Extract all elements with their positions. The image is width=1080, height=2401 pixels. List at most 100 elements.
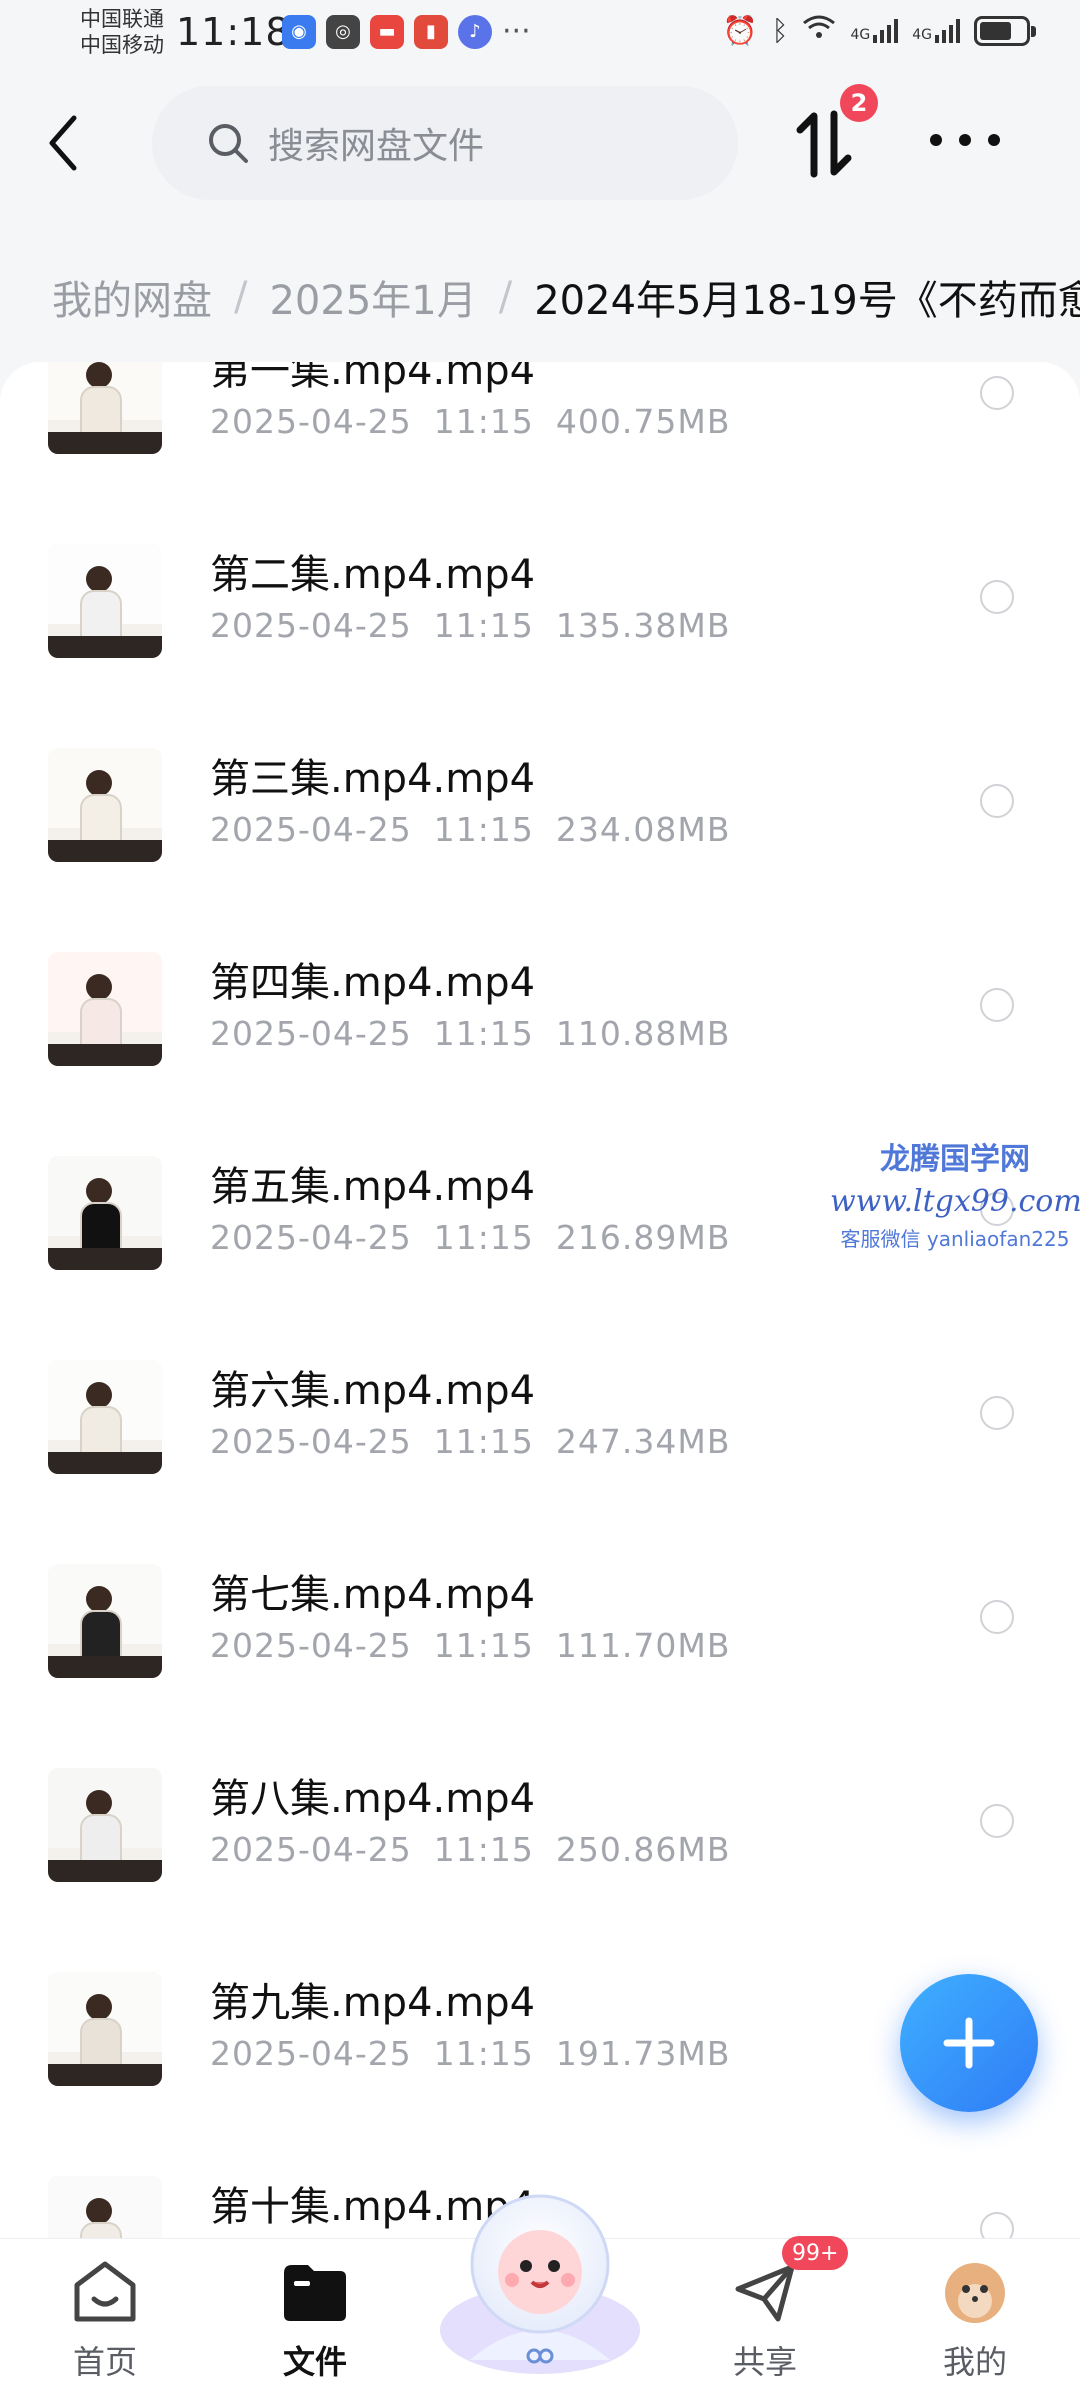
- select-checkbox[interactable]: [980, 988, 1014, 1022]
- select-checkbox[interactable]: [980, 1804, 1014, 1838]
- file-meta: 2025-04-25 11:15 234.08MB: [210, 810, 730, 849]
- file-time: 11:15: [433, 2034, 534, 2073]
- status-bar: 中国联通 中国移动 11:18 ◉ ◎ ▬ ▮ ♪ ··· ⏰ ᛒ 4G 4G: [0, 0, 1080, 76]
- video-thumbnail: [48, 2176, 162, 2238]
- nav-share-label: 共享: [732, 2343, 797, 2381]
- avatar-icon: [945, 2263, 1005, 2323]
- app-notification-icon: ◉: [282, 14, 316, 49]
- file-size: 135.38MB: [555, 606, 731, 645]
- file-name: 第九集.mp4.mp4: [210, 1980, 536, 2026]
- file-size: 250.86MB: [555, 1830, 731, 1869]
- clock: 11:18: [176, 10, 291, 54]
- file-size: 400.75MB: [555, 402, 731, 441]
- video-thumbnail: [48, 748, 162, 862]
- nav-mine[interactable]: 我的: [910, 2259, 1040, 2383]
- huawei-icon: ▬: [370, 14, 404, 49]
- ai-assistant-mascot[interactable]: [430, 2180, 650, 2380]
- file-date: 2025-04-25: [210, 2034, 412, 2073]
- file-size: 216.89MB: [555, 1218, 731, 1257]
- signal-1-icon: 4G: [850, 18, 899, 43]
- file-date: 2025-04-25: [210, 1014, 412, 1053]
- file-meta: 2025-04-25 11:15 110.88MB: [210, 1014, 730, 1053]
- watermark-title: 龙腾国学网: [880, 1142, 1030, 1177]
- file-row[interactable]: 第七集.mp4.mp4 2025-04-25 11:15 111.70MB: [0, 1516, 1080, 1720]
- file-name: 第七集.mp4.mp4: [210, 1572, 536, 1618]
- file-time: 11:15: [433, 606, 534, 645]
- file-row[interactable]: 第三集.mp4.mp4 2025-04-25 11:15 234.08MB: [0, 700, 1080, 904]
- carrier-1: 中国联通: [80, 7, 164, 31]
- file-size: 247.34MB: [555, 1422, 731, 1461]
- breadcrumb: 我的网盘 / 2025年1月 / 2024年5月18-19号《不药而愈: [52, 262, 1080, 332]
- plus-icon: [943, 2017, 995, 2069]
- breadcrumb-my-drive[interactable]: 我的网盘: [52, 268, 212, 326]
- signal-2-icon: 4G: [912, 18, 960, 43]
- more-notifications-icon: ···: [502, 14, 531, 49]
- file-size: 110.88MB: [555, 1014, 731, 1053]
- file-date: 2025-04-25: [210, 1218, 412, 1257]
- upload-add-button[interactable]: [900, 1974, 1038, 2112]
- file-name: 第六集.mp4.mp4: [210, 1368, 536, 1414]
- file-row[interactable]: 第四集.mp4.mp4 2025-04-25 11:15 110.88MB: [0, 904, 1080, 1108]
- select-checkbox[interactable]: [980, 580, 1014, 614]
- nav-files-label: 文件: [282, 2343, 347, 2381]
- file-size: 111.70MB: [555, 1626, 731, 1665]
- file-meta: 2025-04-25 11:15 135.38MB: [210, 606, 730, 645]
- video-thumbnail: [48, 1972, 162, 2086]
- select-checkbox[interactable]: [980, 2212, 1014, 2238]
- more-options-button[interactable]: [930, 120, 1000, 160]
- video-thumbnail: [48, 362, 162, 454]
- file-meta: 2025-04-25 11:15 111.70MB: [210, 1626, 730, 1665]
- file-meta: 2025-04-25 11:15 400.75MB: [210, 402, 730, 441]
- file-time: 11:15: [433, 1626, 534, 1665]
- file-name: 第一集.mp4.mp4: [210, 362, 536, 394]
- file-row[interactable]: 第六集.mp4.mp4 2025-04-25 11:15 247.34MB: [0, 1312, 1080, 1516]
- search-input[interactable]: 搜索网盘文件: [152, 86, 738, 200]
- video-thumbnail: [48, 1360, 162, 1474]
- share-notification-badge: 99+: [782, 2236, 849, 2270]
- select-checkbox[interactable]: [980, 784, 1014, 818]
- breadcrumb-folder[interactable]: 2025年1月: [269, 268, 476, 326]
- file-time: 11:15: [433, 1422, 534, 1461]
- file-meta: 2025-04-25 11:15 247.34MB: [210, 1422, 730, 1461]
- file-time: 11:15: [433, 1830, 534, 1869]
- book-icon: ▮: [414, 14, 448, 49]
- nav-share[interactable]: 共享: [700, 2259, 830, 2383]
- app-notification-icon: ◎: [326, 14, 360, 49]
- file-date: 2025-04-25: [210, 810, 412, 849]
- file-date: 2025-04-25: [210, 1830, 412, 1869]
- watermark-url: www.ltgx99.com: [830, 1184, 1080, 1219]
- mascot-icon: [440, 2194, 640, 2374]
- select-checkbox[interactable]: [980, 376, 1014, 410]
- file-size: 234.08MB: [555, 810, 731, 849]
- video-thumbnail: [48, 1768, 162, 1882]
- search-placeholder: 搜索网盘文件: [268, 126, 485, 167]
- file-meta: 2025-04-25 11:15 191.73MB: [210, 2034, 730, 2073]
- nav-home-label: 首页: [72, 2343, 137, 2381]
- more-dot-icon: [930, 134, 942, 146]
- transfer-count-badge: 2: [840, 84, 878, 122]
- file-date: 2025-04-25: [210, 402, 412, 441]
- alarm-icon: ⏰: [722, 14, 758, 47]
- back-button[interactable]: [38, 108, 98, 178]
- watermark-contact: 客服微信 yanliaofan225: [840, 1227, 1070, 1251]
- battery-level: [980, 21, 1011, 40]
- file-row[interactable]: 第二集.mp4.mp4 2025-04-25 11:15 135.38MB: [0, 496, 1080, 700]
- breadcrumb-current-folder: 2024年5月18-19号《不药而愈: [534, 278, 1080, 324]
- video-thumbnail: [48, 952, 162, 1066]
- file-row[interactable]: 第八集.mp4.mp4 2025-04-25 11:15 250.86MB: [0, 1720, 1080, 1924]
- bluetooth-icon: ᛒ: [771, 14, 789, 47]
- folder-icon: [284, 2265, 346, 2321]
- battery-icon: [974, 15, 1036, 46]
- file-date: 2025-04-25: [210, 1422, 412, 1461]
- select-checkbox[interactable]: [980, 1396, 1014, 1430]
- carrier-2: 中国移动: [80, 33, 164, 57]
- file-name: 第三集.mp4.mp4: [210, 756, 536, 802]
- network-type-1: 4G: [850, 26, 871, 43]
- nav-home[interactable]: 首页: [40, 2259, 170, 2383]
- home-icon: [74, 2261, 136, 2322]
- select-checkbox[interactable]: [980, 1600, 1014, 1634]
- file-time: 11:15: [433, 1218, 534, 1257]
- file-row[interactable]: 第一集.mp4.mp4 2025-04-25 11:15 400.75MB: [0, 362, 1080, 496]
- file-name: 第五集.mp4.mp4: [210, 1164, 536, 1210]
- nav-files[interactable]: 文件: [250, 2259, 380, 2383]
